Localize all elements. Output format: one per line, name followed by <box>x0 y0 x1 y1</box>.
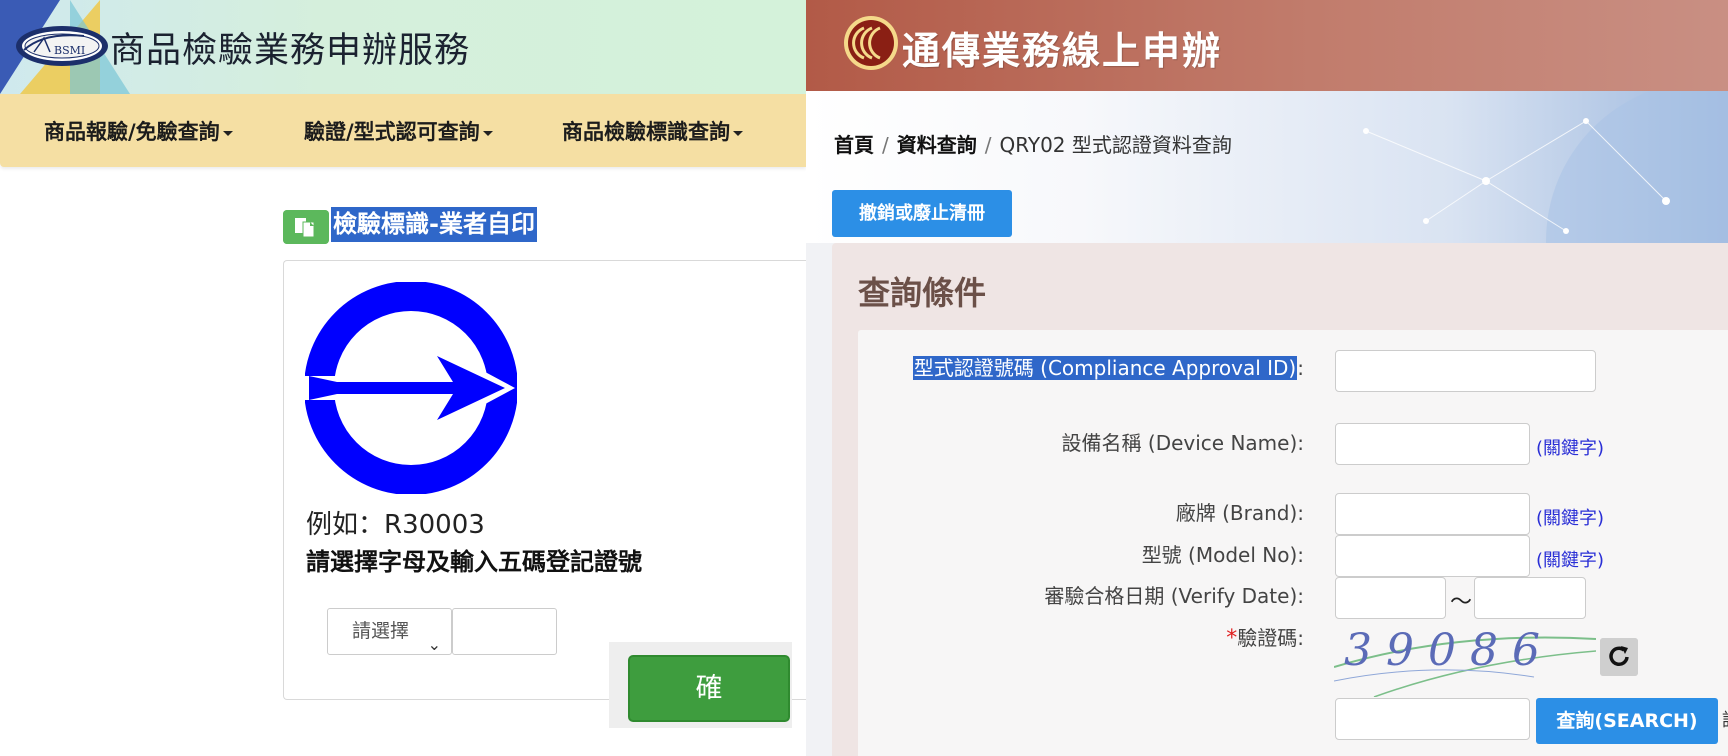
date-range-separator: ～ <box>1450 590 1473 615</box>
approval-id-label: 型式認證號碼 (Compliance Approval ID): <box>912 352 1304 381</box>
bsmi-header: BSMI 商品檢驗業務申辦服務 <box>0 0 806 94</box>
instruction-text: 請選擇字母及輸入五碼登記證號 <box>306 548 642 576</box>
ncc-site-title: 通傳業務線上申辦 <box>902 29 1223 73</box>
query-title: 查詢條件 <box>858 274 987 312</box>
example-text: 例如：R30003 <box>306 510 485 540</box>
model-no-keyword-hint: (關鍵字) <box>1536 550 1605 571</box>
inspection-mark-icon <box>305 282 517 494</box>
revoke-list-button[interactable]: 撤銷或廢止清冊 <box>832 190 1012 237</box>
approval-id-label-text: 型式認證號碼 (Compliance Approval ID) <box>912 356 1298 380</box>
document-copy-icon <box>283 210 329 244</box>
refresh-captcha-icon[interactable] <box>1600 638 1638 676</box>
caret-down-icon <box>733 130 743 136</box>
captcha-label-text: 驗證碼: <box>1237 626 1304 650</box>
breadcrumb-home[interactable]: 首頁 <box>834 133 874 157</box>
verify-date-label: 審驗合格日期 (Verify Date): <box>1044 584 1304 608</box>
caret-down-icon <box>222 130 233 136</box>
clipped-edge-text: 請 <box>1722 706 1728 732</box>
model-no-input[interactable] <box>1335 535 1530 577</box>
nav-label: 商品檢驗標識查詢 <box>562 120 730 144</box>
breadcrumb-current: QRY02 型式認證資料查詢 <box>999 133 1232 157</box>
screenshot-root: BSMI 商品檢驗業務申辦服務 商品報驗/免驗查詢 驗證/型式認可查詢 商品檢驗… <box>0 0 1728 756</box>
captcha-input[interactable] <box>1335 698 1530 740</box>
captcha-image: 39086 <box>1334 621 1596 697</box>
letter-select[interactable]: 請選擇 ⌄ <box>327 608 452 655</box>
breadcrumb: 首頁 / 資料查詢 / QRY02 型式認證資料查詢 <box>834 133 1232 157</box>
verify-date-from-input[interactable] <box>1335 577 1446 619</box>
bsmi-panel: BSMI 商品檢驗業務申辦服務 商品報驗/免驗查詢 驗證/型式認可查詢 商品檢驗… <box>0 0 806 756</box>
required-star-icon: * <box>1226 626 1238 651</box>
main-nav: 商品報驗/免驗查詢 驗證/型式認可查詢 商品檢驗標識查詢 <box>0 94 806 167</box>
section-title: 檢驗標識-業者自印 <box>331 207 537 242</box>
nav-label: 商品報驗/免驗查詢 <box>44 120 220 144</box>
site-title: 商品檢驗業務申辦服務 <box>110 31 471 71</box>
approval-id-input[interactable] <box>1335 350 1596 392</box>
ncc-header: 通傳業務線上申辦 <box>806 0 1728 91</box>
nav-label: 驗證/型式認可查詢 <box>304 120 480 144</box>
caret-down-icon <box>482 130 493 136</box>
chevron-down-icon: ⌄ <box>427 635 441 654</box>
bsmi-logo-icon: BSMI <box>16 26 108 66</box>
nav-certification-query[interactable]: 驗證/型式認可查詢 <box>304 116 493 146</box>
verify-date-to-input[interactable] <box>1474 577 1586 619</box>
model-no-label: 型號 (Model No): <box>1141 543 1304 567</box>
breadcrumb-section[interactable]: 資料查詢 <box>897 133 977 157</box>
brand-input[interactable] <box>1335 493 1530 535</box>
select-value: 請選擇 <box>352 620 410 642</box>
captcha-text: 39086 <box>1344 625 1554 676</box>
label-colon: : <box>1297 356 1304 380</box>
device-name-input[interactable] <box>1335 423 1530 465</box>
device-name-label: 設備名稱 (Device Name): <box>1061 431 1304 455</box>
captcha-label: *驗證碼: <box>1226 622 1304 651</box>
brand-keyword-hint: (關鍵字) <box>1536 508 1605 529</box>
registration-code-input[interactable] <box>452 608 557 655</box>
ncc-logo-icon <box>844 16 898 70</box>
nav-mark-query[interactable]: 商品檢驗標識查詢 <box>562 116 743 146</box>
brand-label: 廠牌 (Brand): <box>1175 501 1304 525</box>
bsmi-logo-text: BSMI <box>54 44 85 57</box>
nav-inspection-query[interactable]: 商品報驗/免驗查詢 <box>44 116 233 146</box>
confirm-button[interactable]: 確 定 <box>628 655 806 756</box>
search-button[interactable]: 查詢(SEARCH) <box>1536 698 1718 744</box>
device-name-keyword-hint: (關鍵字) <box>1536 438 1605 459</box>
